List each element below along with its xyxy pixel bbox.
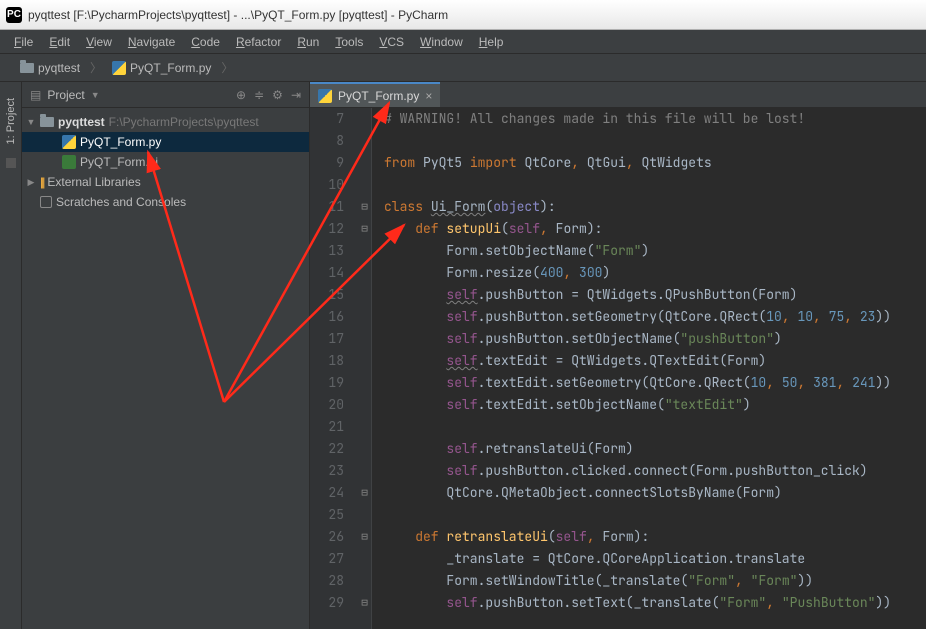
python-file-icon xyxy=(62,135,76,149)
breadcrumb-file-label: PyQT_Form.py xyxy=(130,61,211,75)
library-icon: ||| xyxy=(40,175,43,189)
menu-tools[interactable]: Tools xyxy=(329,33,369,51)
close-tab-icon[interactable]: × xyxy=(425,89,432,103)
project-sidebar: ▤ Project ▼ ⊕ ≑ ⚙ ⇥ ▼ pyqttest F:\Pychar… xyxy=(22,82,310,629)
menu-help[interactable]: Help xyxy=(473,33,510,51)
app-icon: PC xyxy=(6,7,22,23)
left-tool-rail: 1: Project xyxy=(0,82,22,629)
tree-root-name: pyqttest xyxy=(58,115,105,129)
tree-scratches-label: Scratches and Consoles xyxy=(56,195,186,209)
project-tree[interactable]: ▼ pyqttest F:\PycharmProjects\pyqttest P… xyxy=(22,108,309,216)
code-editor[interactable]: 7891011121314151617181920212223242526272… xyxy=(310,108,926,629)
sidebar-view-icon: ▤ xyxy=(30,88,41,102)
editor-tab-label: PyQT_Form.py xyxy=(338,89,419,103)
menu-window[interactable]: Window xyxy=(414,33,469,51)
fold-gutter[interactable]: ⊟⊟⊟⊟⊟ xyxy=(358,108,372,629)
menu-navigate[interactable]: Navigate xyxy=(122,33,181,51)
folder-icon xyxy=(20,63,34,73)
gear-icon[interactable]: ⚙ xyxy=(272,88,283,102)
python-file-icon xyxy=(112,61,126,75)
ui-file-icon xyxy=(62,155,76,169)
breadcrumb-file[interactable]: PyQT_Form.py xyxy=(106,61,217,75)
editor-tabbar: PyQT_Form.py × xyxy=(310,82,926,108)
breadcrumb-bar: pyqttest 〉 PyQT_Form.py 〉 xyxy=(0,54,926,82)
folder-icon xyxy=(40,117,54,127)
python-file-icon xyxy=(318,89,332,103)
tree-external-libs[interactable]: ▶ ||| External Libraries xyxy=(22,172,309,192)
code-content[interactable]: # WARNING! All changes made in this file… xyxy=(372,108,926,629)
breadcrumb-separator: 〉 xyxy=(90,59,102,76)
tree-root[interactable]: ▼ pyqttest F:\PycharmProjects\pyqttest xyxy=(22,112,309,132)
target-icon[interactable]: ⊕ xyxy=(236,88,246,102)
tree-file[interactable]: PyQT_Form.ui xyxy=(22,152,309,172)
expand-arrow-icon[interactable]: ▼ xyxy=(26,117,36,127)
editor-tab-active[interactable]: PyQT_Form.py × xyxy=(310,82,440,107)
menu-vcs[interactable]: VCS xyxy=(373,33,410,51)
tree-scratches[interactable]: Scratches and Consoles xyxy=(22,192,309,212)
scratches-icon xyxy=(40,196,52,208)
menu-run[interactable]: Run xyxy=(291,33,325,51)
tree-file-selected[interactable]: PyQT_Form.py xyxy=(22,132,309,152)
project-tool-tab[interactable]: 1: Project xyxy=(3,90,19,152)
structure-tool-icon[interactable] xyxy=(6,158,16,168)
tree-external-label: External Libraries xyxy=(47,175,140,189)
hide-icon[interactable]: ⇥ xyxy=(291,88,301,102)
breadcrumb-project-label: pyqttest xyxy=(38,61,80,75)
menu-edit[interactable]: Edit xyxy=(43,33,76,51)
menu-bar: FileEditViewNavigateCodeRefactorRunTools… xyxy=(0,30,926,54)
tree-file-label: PyQT_Form.py xyxy=(80,135,161,149)
menu-code[interactable]: Code xyxy=(185,33,226,51)
window-title: pyqttest [F:\PycharmProjects\pyqttest] -… xyxy=(28,8,448,22)
expand-arrow-icon[interactable]: ▶ xyxy=(26,177,36,188)
editor-area: PyQT_Form.py × 7891011121314151617181920… xyxy=(310,82,926,629)
tree-file-label: PyQT_Form.ui xyxy=(80,155,158,169)
breadcrumb-project[interactable]: pyqttest xyxy=(14,61,86,75)
line-number-gutter: 7891011121314151617181920212223242526272… xyxy=(310,108,358,629)
menu-file[interactable]: File xyxy=(8,33,39,51)
breadcrumb-separator: 〉 xyxy=(221,59,233,76)
tree-root-path: F:\PycharmProjects\pyqttest xyxy=(109,115,259,129)
window-titlebar: PC pyqttest [F:\PycharmProjects\pyqttest… xyxy=(0,0,926,30)
sidebar-title[interactable]: Project xyxy=(47,88,84,102)
chevron-down-icon[interactable]: ▼ xyxy=(91,90,100,100)
menu-view[interactable]: View xyxy=(80,33,118,51)
sidebar-header: ▤ Project ▼ ⊕ ≑ ⚙ ⇥ xyxy=(22,82,309,108)
collapse-icon[interactable]: ≑ xyxy=(254,88,264,102)
menu-refactor[interactable]: Refactor xyxy=(230,33,287,51)
